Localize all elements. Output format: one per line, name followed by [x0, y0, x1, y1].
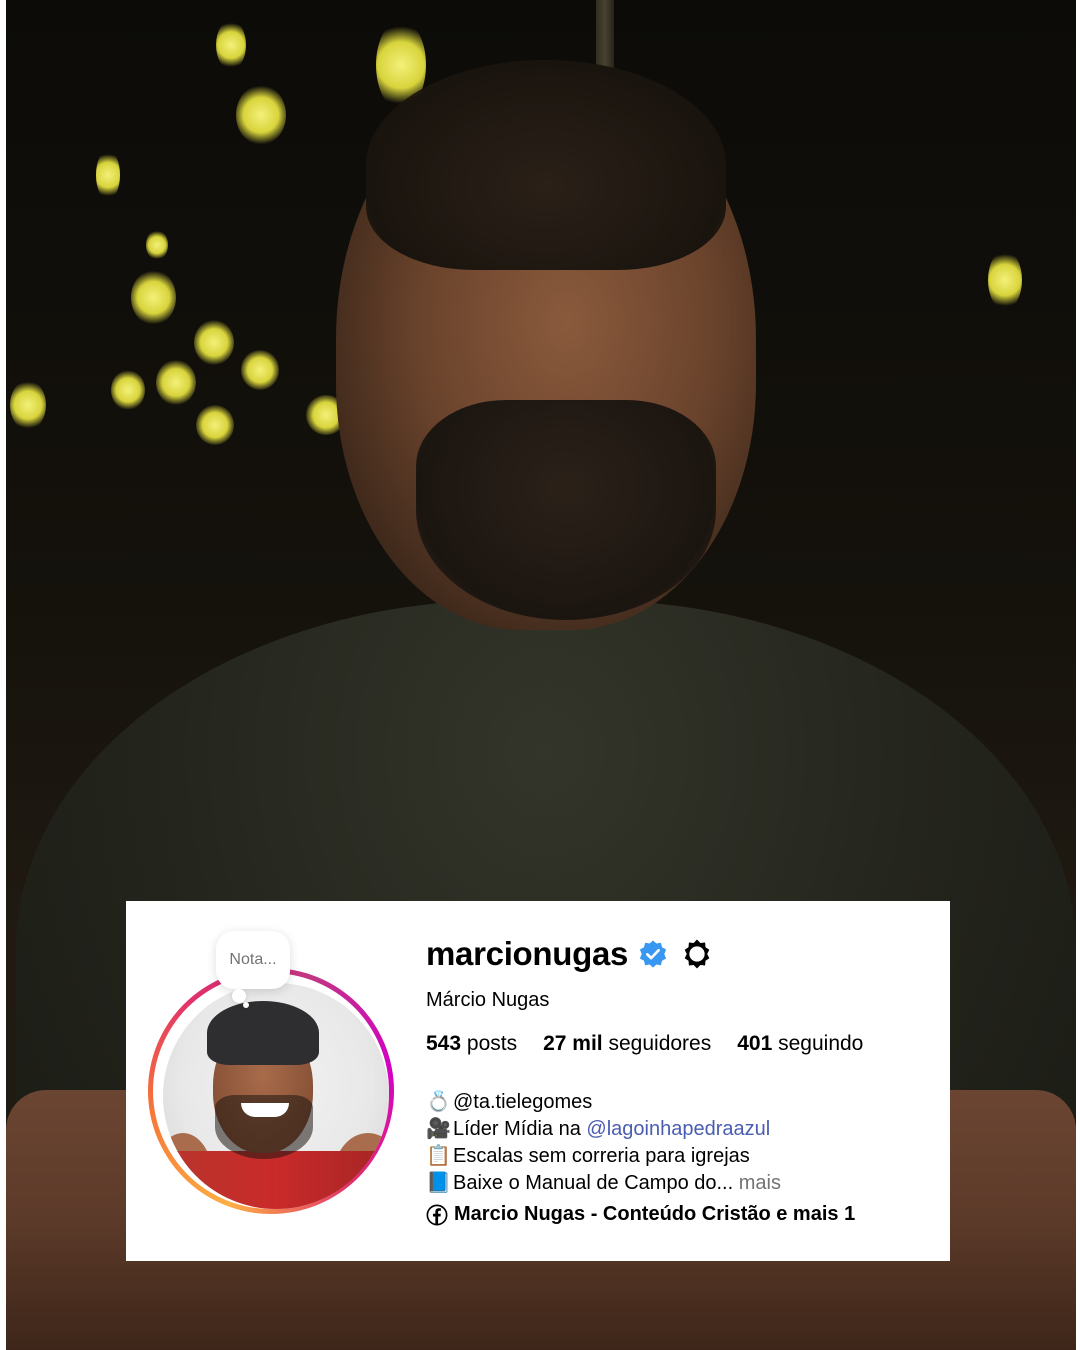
username: marcionugas	[426, 935, 629, 972]
video-camera-icon: 🎥	[426, 1118, 451, 1140]
following-label: seguindo	[778, 1032, 864, 1055]
mention-link[interactable]: @lagoinhapedraazul	[586, 1118, 770, 1140]
bio-line-4: 📘 Baixe o Manual de Campo do... mais	[426, 1170, 936, 1197]
linked-pages[interactable]: Marcio Nugas - Conteúdo Cristão e mais 1	[426, 1203, 936, 1226]
posts-count[interactable]: 543 posts	[426, 1032, 517, 1056]
profile-card: Nota... marcionugas Márcio Nugas 543 pos…	[126, 901, 950, 1261]
linked-pages-text: Marcio Nugas - Conteúdo Cristão e mais 1	[454, 1203, 856, 1225]
ring-icon: 💍	[426, 1091, 451, 1113]
profile-stats: 543 posts 27 mil seguidores 401 seguindo	[426, 1032, 936, 1056]
verified-badge-icon	[638, 939, 668, 969]
following-value: 401	[737, 1032, 773, 1055]
bio-line-1-text: @ta.tielegomes	[453, 1091, 593, 1113]
book-icon: 📘	[426, 1172, 451, 1194]
note-placeholder: Nota...	[229, 951, 277, 968]
bio-line-2: 🎥 Líder Mídia na @lagoinhapedraazul	[426, 1116, 936, 1143]
posts-value: 543	[426, 1032, 462, 1055]
bio-line-2-prefix: Líder Mídia na	[453, 1118, 587, 1140]
full-name: Márcio Nugas	[426, 989, 550, 1011]
threads-icon[interactable]	[680, 937, 714, 971]
note-bubble[interactable]: Nota...	[216, 931, 290, 989]
avatar[interactable]	[163, 983, 389, 1209]
bio: 💍 @ta.tielegomes 🎥 Líder Mídia na @lagoinh…	[426, 1089, 936, 1197]
username-row: marcionugas	[426, 931, 936, 977]
note-bubble-tail	[232, 989, 246, 1003]
posts-label: posts	[466, 1032, 518, 1055]
note-bubble-tail-small	[243, 1002, 249, 1008]
profile-info: marcionugas Márcio Nugas 543 posts 27 mi…	[426, 931, 936, 1226]
bio-line-1: 💍 @ta.tielegomes	[426, 1089, 936, 1116]
followers-count[interactable]: 27 mil seguidores	[543, 1032, 711, 1056]
more-button[interactable]: mais	[739, 1172, 781, 1194]
clipboard-icon: 📋	[426, 1145, 451, 1167]
following-count[interactable]: 401 seguindo	[737, 1032, 863, 1056]
story-ring[interactable]	[148, 968, 394, 1214]
followers-label: seguidores	[608, 1032, 712, 1055]
bio-line-3-text: Escalas sem correria para igrejas	[453, 1145, 750, 1167]
followers-value: 27 mil	[543, 1032, 603, 1055]
post-canvas: Nota... marcionugas Márcio Nugas 543 pos…	[0, 0, 1080, 1350]
bio-line-3: 📋 Escalas sem correria para igrejas	[426, 1143, 936, 1170]
facebook-icon	[426, 1204, 448, 1225]
bio-line-4-text: Baixe o Manual de Campo do...	[453, 1172, 734, 1194]
